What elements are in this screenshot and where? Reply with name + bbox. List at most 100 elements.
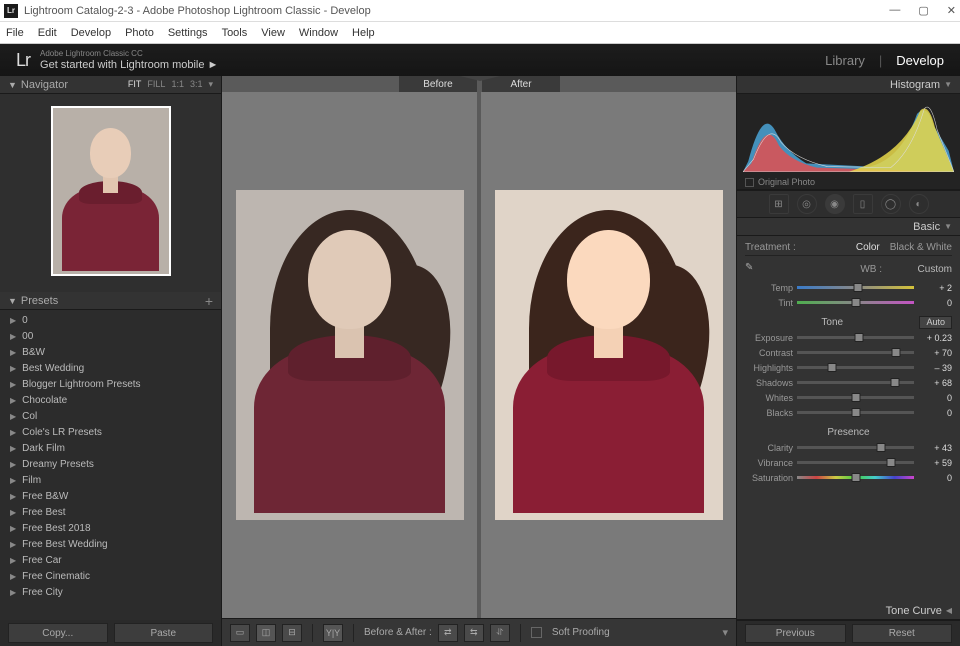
- saturation-slider[interactable]: Saturation0: [745, 470, 952, 485]
- whites-slider[interactable]: Whites0: [745, 390, 952, 405]
- module-develop[interactable]: Develop: [896, 53, 944, 68]
- eyedropper-icon[interactable]: ✎: [745, 262, 759, 276]
- preset-folder[interactable]: ▶Free Cinematic: [0, 568, 221, 584]
- preset-folder[interactable]: ▶Free B&W: [0, 488, 221, 504]
- preset-folder[interactable]: ▶Cole's LR Presets: [0, 424, 221, 440]
- grad-filter-icon[interactable]: ▯: [853, 194, 873, 214]
- preset-folder[interactable]: ▶Blogger Lightroom Presets: [0, 376, 221, 392]
- preset-folder[interactable]: ▶Free Car: [0, 552, 221, 568]
- nav-zoom-3-1[interactable]: 3:1: [190, 79, 203, 90]
- temp-slider[interactable]: Temp+ 2: [745, 280, 952, 295]
- menu-edit[interactable]: Edit: [38, 27, 57, 39]
- presets-list: ▶0▶00▶B&W▶Best Wedding▶Blogger Lightroom…: [0, 310, 221, 620]
- left-panel: ▼ Navigator FIT FILL 1:1 3:1 ▾ ▼ Presets…: [0, 76, 222, 646]
- clarity-slider[interactable]: Clarity+ 43: [745, 440, 952, 455]
- tint-slider[interactable]: Tint0: [745, 295, 952, 310]
- exposure-slider[interactable]: Exposure+ 0.23: [745, 330, 952, 345]
- compare-tb-icon[interactable]: ⊟: [282, 624, 302, 642]
- preset-folder[interactable]: ▶Chocolate: [0, 392, 221, 408]
- preset-folder[interactable]: ▶B&W: [0, 344, 221, 360]
- preset-folder[interactable]: ▶Film: [0, 472, 221, 488]
- preset-folder[interactable]: ▶0: [0, 312, 221, 328]
- tone-curve-header[interactable]: Tone Curve ◀: [737, 602, 960, 620]
- contrast-slider[interactable]: Contrast+ 70: [745, 345, 952, 360]
- toolbar-menu-icon[interactable]: ▾: [722, 626, 728, 639]
- menu-settings[interactable]: Settings: [168, 27, 208, 39]
- preset-label: Free Best 2018: [22, 523, 90, 534]
- module-library[interactable]: Library: [825, 53, 865, 68]
- preset-folder[interactable]: ▶Best Wedding: [0, 360, 221, 376]
- compare-split-icon[interactable]: Y|Y: [323, 624, 343, 642]
- menu-photo[interactable]: Photo: [125, 27, 154, 39]
- histogram-display[interactable]: Original Photo: [737, 94, 960, 190]
- radial-filter-icon[interactable]: ◯: [881, 194, 901, 214]
- preset-folder[interactable]: ▶Free Best Wedding: [0, 536, 221, 552]
- before-image[interactable]: [222, 92, 477, 618]
- redeye-tool-icon[interactable]: ◉: [825, 194, 845, 214]
- navigator-preview[interactable]: [0, 94, 221, 292]
- treatment-color[interactable]: Color: [856, 242, 880, 253]
- crop-tool-icon[interactable]: ⊞: [769, 194, 789, 214]
- preset-folder[interactable]: ▶Free City: [0, 584, 221, 600]
- whites-value: 0: [918, 393, 952, 403]
- close-icon[interactable]: ✕: [947, 4, 956, 17]
- highlights-label: Highlights: [745, 363, 793, 373]
- loupe-view-icon[interactable]: ▭: [230, 624, 250, 642]
- vibrance-slider[interactable]: Vibrance+ 59: [745, 455, 952, 470]
- maximize-icon[interactable]: ▢: [918, 4, 928, 17]
- after-image[interactable]: [481, 92, 736, 618]
- menu-tools[interactable]: Tools: [222, 27, 248, 39]
- reset-button[interactable]: Reset: [852, 624, 953, 643]
- minimize-icon[interactable]: —: [889, 4, 900, 17]
- presets-header[interactable]: ▼ Presets +: [0, 292, 221, 310]
- basic-header[interactable]: Basic ▼: [737, 218, 960, 236]
- previous-button[interactable]: Previous: [745, 624, 846, 643]
- nav-zoom-fill[interactable]: FILL: [147, 79, 165, 90]
- nav-zoom-1-1[interactable]: 1:1: [171, 79, 184, 90]
- spot-tool-icon[interactable]: ◎: [797, 194, 817, 214]
- blacks-slider[interactable]: Blacks0: [745, 405, 952, 420]
- swap-icon[interactable]: ⇄: [438, 624, 458, 642]
- navigator-header[interactable]: ▼ Navigator FIT FILL 1:1 3:1 ▾: [0, 76, 221, 94]
- original-photo-checkbox[interactable]: [745, 178, 754, 187]
- wb-value[interactable]: Custom: [882, 264, 952, 275]
- app-icon: Lr: [4, 4, 18, 18]
- menu-window[interactable]: Window: [299, 27, 338, 39]
- preset-folder[interactable]: ▶Dreamy Presets: [0, 456, 221, 472]
- preset-folder[interactable]: ▶Dark Film: [0, 440, 221, 456]
- brush-tool-icon[interactable]: ◐: [909, 194, 929, 214]
- highlights-slider[interactable]: Highlights– 39: [745, 360, 952, 375]
- copy-before-icon[interactable]: ⇆: [464, 624, 484, 642]
- histogram-header[interactable]: Histogram ▼: [737, 76, 960, 94]
- image-area: Before After ▭ ◫ ⊟ Y|Y Before: [222, 76, 736, 646]
- menu-develop[interactable]: Develop: [71, 27, 111, 39]
- chevron-right-icon: ▶: [10, 492, 16, 501]
- chevron-icon[interactable]: ▾: [208, 79, 213, 90]
- lightroom-logo: Lr: [16, 50, 30, 71]
- preset-label: 00: [22, 331, 33, 342]
- preset-folder[interactable]: ▶Free Best 2018: [0, 520, 221, 536]
- chevron-right-icon: ▶: [10, 380, 16, 389]
- preset-folder[interactable]: ▶Free Best: [0, 504, 221, 520]
- compare-lr-icon[interactable]: ◫: [256, 624, 276, 642]
- soft-proof-checkbox[interactable]: [531, 627, 542, 638]
- shadows-slider[interactable]: Shadows+ 68: [745, 375, 952, 390]
- window-title: Lightroom Catalog-2-3 - Adobe Photoshop …: [24, 5, 889, 17]
- preset-folder[interactable]: ▶00: [0, 328, 221, 344]
- copy-after-icon[interactable]: ⥯: [490, 624, 510, 642]
- chevron-right-icon: ▶: [10, 428, 16, 437]
- nav-zoom-fit[interactable]: FIT: [128, 79, 142, 90]
- paste-button[interactable]: Paste: [114, 623, 214, 643]
- preset-folder[interactable]: ▶Col: [0, 408, 221, 424]
- menu-help[interactable]: Help: [352, 27, 375, 39]
- basic-title: Basic: [913, 221, 940, 233]
- chevron-right-icon: ▶: [10, 556, 16, 565]
- add-preset-icon[interactable]: +: [205, 293, 213, 309]
- mobile-link[interactable]: Get started with Lightroom mobile ►: [40, 60, 218, 71]
- menu-file[interactable]: File: [6, 27, 24, 39]
- menu-view[interactable]: View: [261, 27, 285, 39]
- auto-tone-button[interactable]: Auto: [919, 316, 952, 329]
- contrast-label: Contrast: [745, 348, 793, 358]
- copy-button[interactable]: Copy...: [8, 623, 108, 643]
- treatment-bw[interactable]: Black & White: [890, 242, 952, 253]
